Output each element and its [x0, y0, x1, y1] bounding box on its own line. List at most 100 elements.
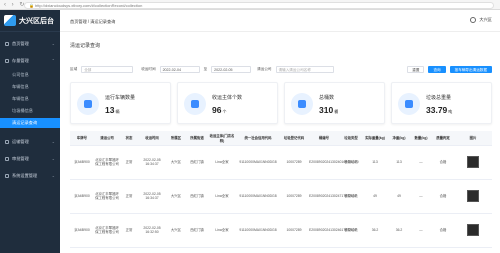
- cell: 10007289: [280, 213, 308, 248]
- photo-thumbnail[interactable]: [467, 190, 479, 202]
- col-header: 车牌号: [70, 131, 94, 146]
- avatar: [470, 17, 477, 23]
- sidebar-logo[interactable]: 大兴区后台: [0, 10, 60, 32]
- table-row[interactable]: 京A6B900 北京汇丰翠福环保工程有限公司 正常 2022-02-05 16:…: [70, 145, 492, 180]
- col-header: 清运公司: [94, 131, 120, 146]
- cell: Lina全家: [208, 145, 236, 180]
- cell: Lina全家: [208, 179, 236, 214]
- cell: 36.2: [388, 213, 410, 248]
- store-icon: [184, 93, 206, 115]
- chevron-down-icon: ⌄: [51, 139, 55, 144]
- photo-thumbnail[interactable]: [467, 224, 479, 236]
- col-header: 垃圾类型: [340, 131, 362, 146]
- home-icon: [5, 41, 9, 46]
- cell: 大兴区: [166, 145, 186, 180]
- sidebar: 大兴区后台 首页管理 ⌄ 存量管理 ⌃ 公司信息 车辆信息 车辆信息 垃圾桶信息 清…: [0, 10, 60, 253]
- cell: 西红门镇: [186, 145, 208, 180]
- cell: 113: [362, 145, 388, 180]
- stock-icon: [5, 58, 9, 63]
- cell: 大兴区: [166, 179, 186, 214]
- bin-icon: [291, 93, 313, 115]
- col-header: 桶编号: [308, 131, 340, 146]
- chevron-down-icon: ⌄: [51, 41, 55, 46]
- menu-group-stock[interactable]: 存量管理 ⌃: [0, 55, 60, 66]
- col-header: 实际重量(kg): [362, 131, 388, 146]
- date-separator: 至: [203, 66, 208, 71]
- cell: 正常: [120, 145, 138, 180]
- date-from-input[interactable]: 2022-02-04: [159, 65, 200, 73]
- menu-group-settings[interactable]: 系统设置管理 ⌄: [0, 170, 60, 181]
- cell: —: [410, 145, 432, 180]
- col-header: 垃圾登记代码: [280, 131, 308, 146]
- top-header: 首页管理 / 清运记录查询 大兴区: [60, 10, 500, 32]
- image-cell[interactable]: [454, 179, 492, 214]
- table-row[interactable]: 京A6B900 北京汇丰翠福环保工程有限公司 正常 2022-02-05 16:…: [70, 213, 492, 248]
- col-header: 所属区: [166, 131, 186, 146]
- chevron-down-icon: ⌄: [51, 156, 55, 161]
- menu-group-transport[interactable]: 运输管理 ⌄: [0, 136, 60, 147]
- card-value: 96个: [212, 105, 227, 115]
- sidebar-item-bin[interactable]: 垃圾桶信息: [0, 106, 60, 116]
- cell: E20089020241302471700205F: [308, 179, 357, 214]
- cell: 36.2: [362, 213, 388, 248]
- lock-icon: 🔒: [29, 2, 34, 8]
- company-input[interactable]: 请输入清运公司名称: [275, 65, 334, 73]
- url-text: http://dxiancloudsys.xtbory.com/#/collec…: [35, 2, 143, 8]
- col-header: 质量判定: [432, 131, 454, 146]
- col-header: 统一社会信用代码: [236, 131, 280, 146]
- photo-thumbnail[interactable]: [467, 156, 479, 168]
- card-value: 310桶: [319, 105, 339, 115]
- cell: 正常: [120, 179, 138, 214]
- table-row[interactable]: 京A6B900 北京汇丰翠福环保工程有限公司 正常 2022-02-05 16:…: [70, 179, 492, 214]
- cell: 113: [388, 145, 410, 180]
- card-label: 总桶数: [319, 95, 335, 101]
- page-title: 清运记录查询: [70, 43, 101, 49]
- cell: 合格: [432, 179, 454, 214]
- card-label: 垃圾总重量: [426, 95, 452, 101]
- sidebar-item-company[interactable]: 公司信息: [0, 70, 60, 80]
- main-content: 清运记录查询 区域 全部 收运时间 2022-02-04 至 2022-02-0…: [60, 32, 500, 253]
- col-header: 图片: [454, 131, 492, 146]
- menu-group-approval[interactable]: 审批管理 ⌄: [0, 153, 60, 164]
- sidebar-title: 大兴区后台: [19, 17, 54, 25]
- cell: 餐厨垃圾: [340, 213, 362, 248]
- url-bar[interactable]: 🔒 http://dxiancloudsys.xtbory.com/#/coll…: [24, 1, 494, 9]
- cell: 餐厨垃圾: [340, 179, 362, 214]
- cell: 京A6B900: [70, 213, 94, 248]
- cell: 10007289: [280, 145, 308, 180]
- card-vehicles: 运行车辆数量 13辆: [70, 82, 171, 124]
- cell: 49: [388, 179, 410, 214]
- reset-button[interactable]: 重置: [407, 65, 425, 73]
- image-cell[interactable]: [454, 145, 492, 180]
- card-entities: 收运主体个数 96个: [177, 82, 278, 124]
- cell: 京A6B900: [70, 179, 94, 214]
- cell: 91110000MA01NN0DG8: [236, 145, 280, 180]
- image-cell[interactable]: [454, 213, 492, 248]
- cell: 正常: [120, 213, 138, 248]
- cell: E20089020241302461700200F: [308, 213, 357, 248]
- sidebar-item-vehicle[interactable]: 车辆信息: [0, 82, 60, 92]
- cell: 北京汇丰翠福环保工程有限公司: [94, 213, 120, 248]
- date-to-input[interactable]: 2022-02-05: [211, 65, 252, 73]
- area-select[interactable]: 全部: [81, 65, 134, 73]
- cell: 合格: [432, 213, 454, 248]
- sidebar-item-vehicle-2[interactable]: 车辆信息: [0, 94, 60, 104]
- cell: Lina全家: [208, 213, 236, 248]
- card-bins: 总桶数 310桶: [284, 82, 385, 124]
- filter-bar: 区域 全部 收运时间 2022-02-04 至 2022-02-05 清运公司 …: [70, 64, 492, 74]
- breadcrumb: 首页管理 / 清运记录查询: [70, 19, 116, 24]
- browser-nav-icon[interactable]: ‹ › ↻: [4, 1, 26, 8]
- cell: 2022-02-05 16:32:50: [138, 213, 166, 248]
- user-menu[interactable]: 大兴区: [470, 17, 492, 23]
- query-button[interactable]: 查询: [428, 65, 446, 73]
- user-name: 大兴区: [479, 17, 492, 22]
- cell: 大兴区: [166, 213, 186, 248]
- col-header: 状态: [120, 131, 138, 146]
- sidebar-item-collection-records[interactable]: 清运记录查询: [0, 118, 60, 128]
- export-button[interactable]: 按车辆导出清运数据: [449, 65, 492, 73]
- cell: —: [410, 213, 432, 248]
- company-label: 清运公司: [257, 66, 272, 71]
- card-weight: 垃圾总重量 33.79吨: [391, 82, 492, 124]
- menu-group-home[interactable]: 首页管理 ⌄: [0, 38, 60, 49]
- cell: 北京汇丰翠福环保工程有限公司: [94, 145, 120, 180]
